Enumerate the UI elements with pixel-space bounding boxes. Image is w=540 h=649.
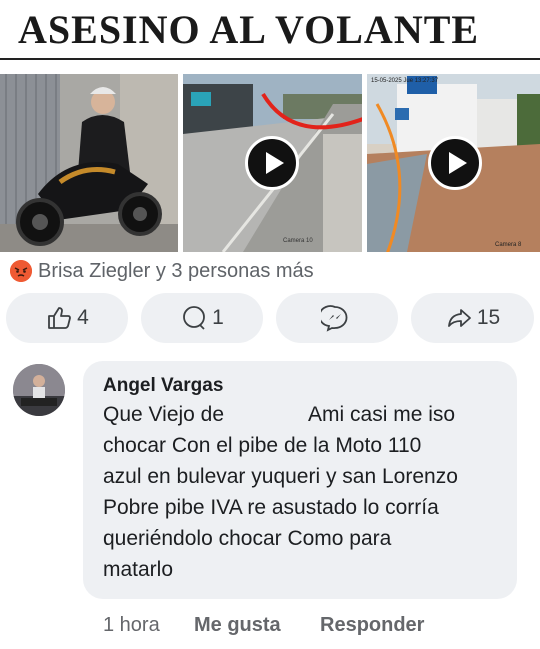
comment-text-line: matarlo: [103, 558, 174, 581]
messenger-button[interactable]: [276, 293, 398, 343]
headline-banner: ASESINO AL VOLANTE: [0, 0, 540, 60]
messenger-icon: [321, 305, 348, 332]
comment-like-button[interactable]: Me gusta: [194, 614, 281, 637]
headline-title: ASESINO AL VOLANTE: [18, 7, 480, 52]
share-arrow-icon: [447, 309, 471, 327]
comment-timestamp[interactable]: 1 hora: [103, 614, 160, 637]
play-icon: [266, 152, 284, 174]
person-on-motorcycle-photo: [0, 74, 178, 252]
play-button[interactable]: [245, 136, 299, 190]
like-button[interactable]: 4: [6, 293, 128, 343]
comment-text-line: queriéndolo chocar Como para: [103, 527, 392, 550]
media-photo-motorcycle[interactable]: [0, 74, 178, 252]
share-button[interactable]: 15: [411, 293, 534, 343]
media-video-1[interactable]: Camera 10: [183, 74, 362, 252]
comment-text-line: Que Viejo de Ami casi me iso: [103, 403, 456, 426]
comment-text-line: azul en bulevar yuqueri y san Lorenzo: [103, 465, 458, 488]
play-button[interactable]: [428, 136, 482, 190]
comment-bubble: Angel Vargas Que Viejo de Ami casi me iso…: [83, 361, 517, 599]
svg-text:15-05-2025 Jue 13:27:37: 15-05-2025 Jue 13:27:37: [371, 78, 439, 84]
thumbs-up-icon: [48, 307, 72, 329]
comment-text-line: chocar Con el pibe de la Moto 110: [103, 434, 422, 457]
share-count: 15: [476, 306, 501, 329]
svg-text:Camera 8: Camera 8: [495, 242, 522, 248]
comment-icon: [183, 306, 206, 330]
comment-text-line: Pobre pibe IVA re asustado lo corría: [103, 496, 439, 519]
post-actions: 4 1 15: [6, 293, 534, 343]
headline-divider: [0, 58, 540, 60]
comment-reply-button[interactable]: Responder: [320, 614, 424, 637]
comment-author[interactable]: Angel Vargas: [103, 375, 223, 397]
media-video-2[interactable]: 15-05-2025 Jue 13:27:37 Camera 8: [367, 74, 540, 252]
reactions-summary[interactable]: Brisa Ziegler y 3 personas más: [10, 259, 314, 283]
like-count: 4: [77, 306, 89, 329]
comment-button[interactable]: 1: [141, 293, 263, 343]
avatar[interactable]: [13, 364, 65, 416]
svg-text:Camera 10: Camera 10: [283, 238, 313, 244]
play-icon: [449, 152, 467, 174]
angry-reaction-icon: [10, 260, 32, 282]
comment-count: 1: [212, 306, 224, 329]
user-avatar-photo: [13, 364, 65, 416]
reactions-text: Brisa Ziegler y 3 personas más: [38, 259, 314, 282]
